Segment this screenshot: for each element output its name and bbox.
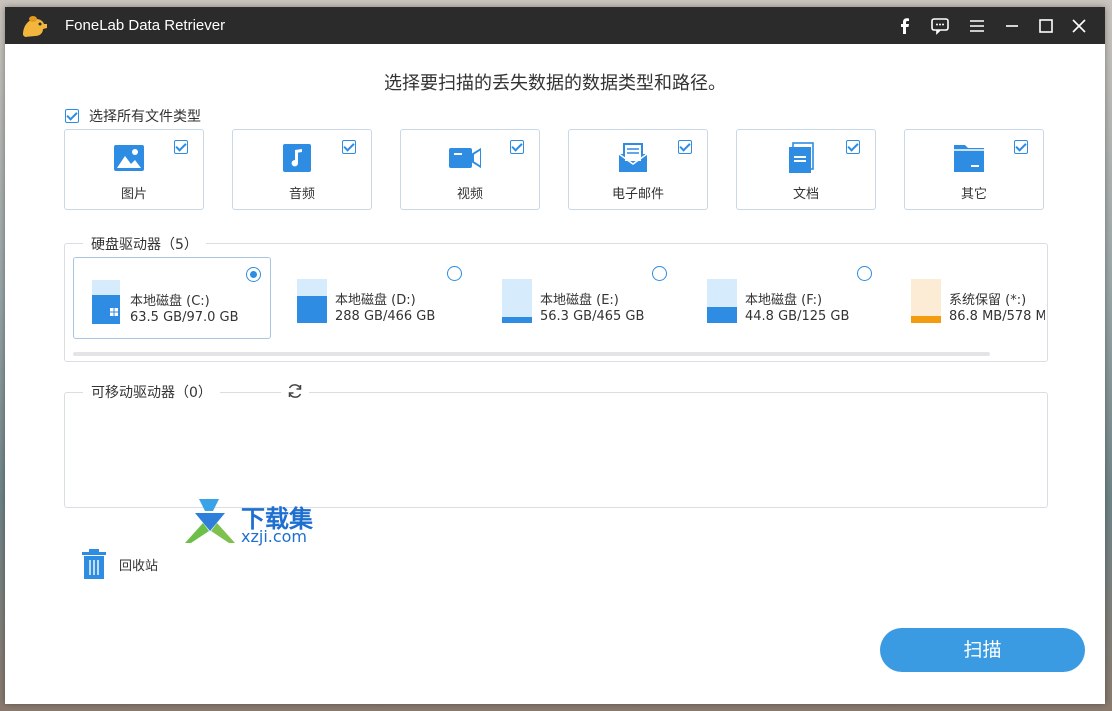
file-type-label: 图片 bbox=[120, 187, 147, 202]
app-logo-icon bbox=[23, 16, 47, 37]
drive-name: 本地磁盘 (F:) bbox=[745, 293, 823, 308]
watermark-logo bbox=[185, 499, 235, 543]
file-type-label: 其它 bbox=[960, 187, 987, 202]
drive-list-scrollbar[interactable] bbox=[73, 352, 990, 356]
menu-icon[interactable] bbox=[967, 16, 987, 36]
file-type-checkbox[interactable] bbox=[678, 140, 692, 154]
file-type-document[interactable]: 文档 bbox=[736, 129, 876, 210]
drive-radio[interactable] bbox=[447, 266, 462, 281]
drive-name: 本地磁盘 (C:) bbox=[130, 294, 210, 309]
drive-system-reserved[interactable]: 系统保留 (*:) 86.8 MB/578 M bbox=[893, 257, 1045, 337]
drive-radio[interactable] bbox=[857, 266, 872, 281]
file-type-checkbox[interactable] bbox=[510, 140, 524, 154]
drive-radio[interactable] bbox=[246, 267, 261, 282]
facebook-icon[interactable] bbox=[895, 16, 915, 36]
drive-d[interactable]: 本地磁盘 (D:) 288 GB/466 GB bbox=[279, 257, 475, 337]
music-icon bbox=[283, 144, 311, 172]
drive-name: 系统保留 (*:) bbox=[949, 293, 1027, 308]
file-type-checkbox[interactable] bbox=[174, 140, 188, 154]
app-title: FoneLab Data Retriever bbox=[65, 17, 226, 34]
drive-size: 56.3 GB/465 GB bbox=[540, 309, 645, 324]
checkbox-icon[interactable] bbox=[65, 109, 79, 123]
image-icon bbox=[114, 145, 144, 171]
drive-size: 288 GB/466 GB bbox=[335, 309, 436, 324]
scan-button[interactable]: 扫描 bbox=[880, 628, 1085, 672]
file-type-label: 视频 bbox=[456, 187, 483, 202]
windows-drive-icon bbox=[92, 280, 120, 324]
drive-c[interactable]: 本地磁盘 (C:) 63.5 GB/97.0 GB bbox=[73, 257, 271, 339]
watermark-subtitle: xzji.com bbox=[241, 527, 308, 546]
app-window: FoneLab Data Retriever 选择要扫描的丢失数据的数据类型和路… bbox=[5, 7, 1105, 704]
feedback-icon[interactable] bbox=[930, 16, 950, 36]
file-type-label: 电子邮件 bbox=[611, 187, 664, 202]
file-type-audio[interactable]: 音频 bbox=[232, 129, 372, 210]
other-icon bbox=[954, 145, 984, 172]
drive-name: 本地磁盘 (E:) bbox=[540, 293, 619, 308]
select-all-checkbox[interactable]: 选择所有文件类型 bbox=[65, 106, 201, 126]
hard-drive-section-title: 硬盘驱动器（5） bbox=[83, 234, 206, 254]
file-type-video[interactable]: 视频 bbox=[400, 129, 540, 210]
drive-name: 本地磁盘 (D:) bbox=[335, 293, 416, 308]
drive-e[interactable]: 本地磁盘 (E:) 56.3 GB/465 GB bbox=[484, 257, 680, 337]
refresh-icon[interactable] bbox=[281, 381, 309, 401]
recycle-bin-label: 回收站 bbox=[119, 558, 159, 574]
file-type-email[interactable]: 电子邮件 bbox=[568, 129, 708, 210]
file-type-checkbox[interactable] bbox=[846, 140, 860, 154]
page-title: 选择要扫描的丢失数据的数据类型和路径。 bbox=[384, 73, 726, 94]
email-icon bbox=[618, 143, 648, 172]
title-bar[interactable]: FoneLab Data Retriever bbox=[5, 7, 1105, 44]
drive-size: 86.8 MB/578 M bbox=[949, 309, 1045, 324]
drive-icon bbox=[297, 279, 327, 323]
removable-drive-group bbox=[64, 392, 1048, 508]
maximize-icon[interactable] bbox=[1036, 16, 1056, 36]
document-icon bbox=[789, 142, 814, 173]
drive-icon bbox=[707, 279, 737, 323]
file-type-label: 文档 bbox=[792, 187, 819, 202]
drive-size: 44.8 GB/125 GB bbox=[745, 309, 850, 324]
removable-drive-section-title: 可移动驱动器（0） bbox=[83, 382, 220, 402]
file-type-image[interactable]: 图片 bbox=[64, 129, 204, 210]
drive-icon bbox=[502, 279, 532, 323]
close-icon[interactable] bbox=[1069, 16, 1089, 36]
video-icon bbox=[449, 147, 481, 169]
drive-icon bbox=[911, 279, 941, 323]
file-type-checkbox[interactable] bbox=[1014, 140, 1028, 154]
file-type-other[interactable]: 其它 bbox=[904, 129, 1044, 210]
file-type-label: 音频 bbox=[288, 187, 315, 202]
select-all-label: 选择所有文件类型 bbox=[89, 109, 201, 125]
drive-radio[interactable] bbox=[652, 266, 667, 281]
file-type-checkbox[interactable] bbox=[342, 140, 356, 154]
drive-size: 63.5 GB/97.0 GB bbox=[130, 310, 239, 325]
recycle-bin-icon bbox=[82, 549, 106, 579]
drive-f[interactable]: 本地磁盘 (F:) 44.8 GB/125 GB bbox=[689, 257, 885, 337]
recycle-bin[interactable]: 回收站 bbox=[81, 549, 158, 579]
minimize-icon[interactable] bbox=[1002, 16, 1022, 36]
